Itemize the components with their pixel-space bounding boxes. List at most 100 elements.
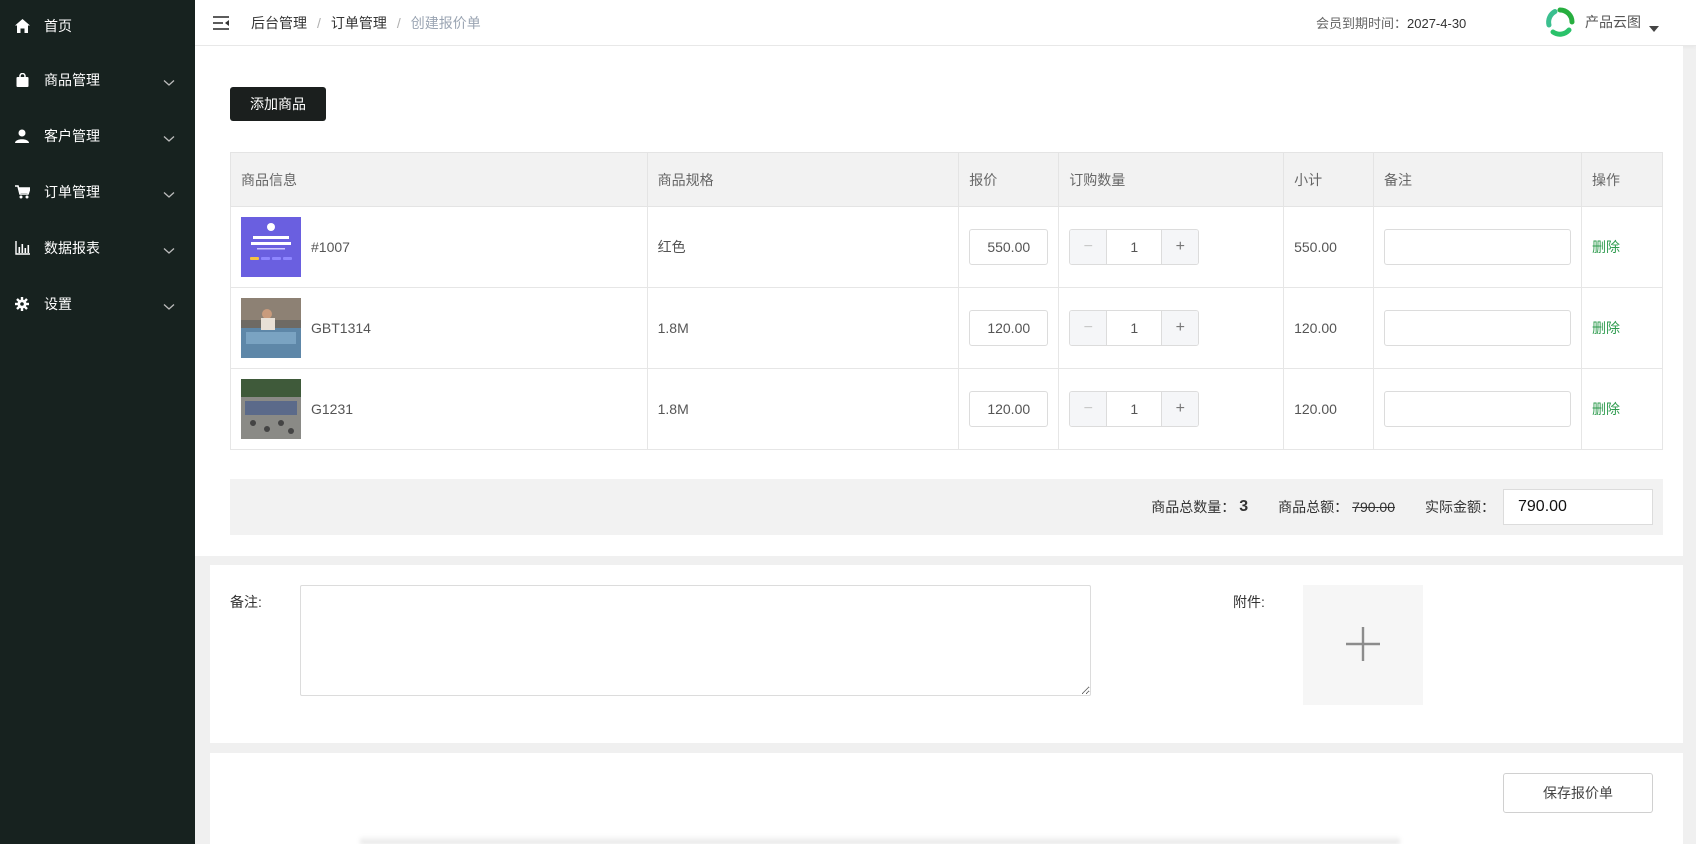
sidebar: 首页 商品管理 客户管理 订单管理 数据报表 设置	[0, 0, 195, 844]
user-menu[interactable]: 产品云图	[1545, 7, 1659, 37]
decrease-button[interactable]: −	[1070, 230, 1108, 264]
chevron-down-icon	[163, 298, 175, 310]
delete-link[interactable]: 删除	[1592, 239, 1620, 255]
decrease-button[interactable]: −	[1070, 311, 1108, 345]
attachment-label: 附件:	[1233, 594, 1265, 610]
home-icon	[14, 18, 30, 34]
sidebar-item-products[interactable]: 商品管理	[0, 52, 195, 108]
menu-toggle-icon[interactable]	[212, 15, 230, 31]
increase-button[interactable]: +	[1161, 311, 1199, 345]
actual-amount-label: 实际金额：	[1425, 499, 1495, 515]
order-summary: 商品总数量： 3 商品总额： 790.00 实际金额：	[230, 479, 1663, 535]
products-card: 添加商品 商品信息 商品规格 报价 订购数量 小计 备注 操作 #1007 红色…	[195, 46, 1683, 556]
caret-down-icon	[1649, 19, 1659, 32]
action-cell: 删除	[1581, 368, 1663, 450]
action-cell: 删除	[1581, 287, 1663, 369]
chevron-down-icon	[163, 74, 175, 86]
sidebar-item-home[interactable]: 首页	[0, 0, 195, 52]
breadcrumb-item-orders[interactable]: 订单管理	[331, 13, 387, 33]
subtotal-cell: 120.00	[1283, 287, 1375, 369]
remark-textarea[interactable]	[300, 585, 1091, 696]
quantity-value[interactable]: 1	[1107, 311, 1161, 345]
note-cell	[1373, 368, 1583, 450]
note-cell	[1373, 287, 1583, 369]
delete-link[interactable]: 删除	[1592, 320, 1620, 336]
quantity-stepper: − 1 +	[1069, 229, 1200, 265]
product-code: #1007	[311, 239, 350, 255]
price-input[interactable]	[969, 391, 1049, 427]
breadcrumb: 后台管理 / 订单管理 / 创建报价单	[251, 13, 481, 33]
sidebar-item-orders[interactable]: 订单管理	[0, 164, 195, 220]
product-code: G1231	[311, 401, 354, 417]
total-quantity: 3	[1239, 498, 1249, 515]
membership-date: 2027-4-30	[1407, 16, 1467, 31]
total-quantity-label: 商品总数量：	[1151, 499, 1236, 515]
quantity-cell: − 1 +	[1058, 206, 1285, 288]
table-row: G1231 1.8M − 1 + 120.00 删除	[230, 368, 1663, 450]
price-cell	[958, 206, 1060, 288]
quantity-value[interactable]: 1	[1107, 392, 1161, 426]
breadcrumb-item-admin[interactable]: 后台管理	[251, 13, 307, 33]
user-icon	[14, 128, 30, 144]
sidebar-item-label: 设置	[44, 296, 72, 312]
column-header: 订购数量	[1058, 152, 1285, 207]
gear-icon	[14, 296, 30, 312]
price-cell	[958, 368, 1060, 450]
product-code: GBT1314	[311, 320, 371, 336]
upload-attachment-button[interactable]	[1303, 585, 1423, 705]
user-name: 产品云图	[1585, 14, 1641, 30]
column-header: 备注	[1373, 152, 1583, 207]
breadcrumb-separator: /	[317, 14, 321, 31]
actual-amount-input[interactable]	[1503, 489, 1653, 525]
sidebar-item-reports[interactable]: 数据报表	[0, 220, 195, 276]
note-input[interactable]	[1384, 391, 1572, 427]
decrease-button[interactable]: −	[1070, 392, 1108, 426]
quantity-cell: − 1 +	[1058, 368, 1285, 450]
quantity-stepper: − 1 +	[1069, 391, 1200, 427]
breadcrumb-separator: /	[396, 14, 401, 31]
breadcrumb-item-current: 创建报价单	[410, 14, 481, 31]
brand-logo-icon	[1545, 7, 1575, 37]
cart-icon	[14, 184, 30, 200]
sidebar-item-customers[interactable]: 客户管理	[0, 108, 195, 164]
top-header: 后台管理 / 订单管理 / 创建报价单 会员到期时间：2027-4-30 产品云…	[195, 0, 1696, 46]
actions-card: 保存报价单	[210, 753, 1683, 844]
note-input[interactable]	[1384, 310, 1572, 346]
price-input[interactable]	[969, 310, 1049, 346]
quantity-value[interactable]: 1	[1107, 230, 1161, 264]
subtotal-cell: 120.00	[1283, 368, 1375, 450]
product-cell: #1007	[230, 206, 648, 288]
increase-button[interactable]: +	[1161, 392, 1199, 426]
note-input[interactable]	[1384, 229, 1572, 265]
total-amount: 790.00	[1352, 499, 1395, 515]
add-product-button[interactable]: 添加商品	[230, 87, 326, 121]
product-thumbnail	[241, 379, 301, 439]
quantity-stepper: − 1 +	[1069, 310, 1200, 346]
column-header: 商品规格	[646, 152, 960, 207]
chevron-down-icon	[163, 242, 175, 254]
sidebar-item-label: 首页	[44, 18, 72, 34]
spec-cell: 1.8M	[646, 368, 960, 450]
table-row: #1007 红色 − 1 + 550.00 删除	[230, 206, 1663, 288]
remark-card: 备注: 附件:	[210, 565, 1683, 743]
bottom-shadow	[360, 836, 1400, 844]
membership-label: 会员到期时间：	[1316, 16, 1408, 31]
total-amount-label: 商品总额：	[1278, 499, 1349, 515]
column-header: 商品信息	[230, 152, 648, 207]
save-quote-button[interactable]: 保存报价单	[1503, 773, 1653, 813]
chevron-down-icon	[163, 130, 175, 142]
chart-icon	[14, 240, 30, 256]
sidebar-item-label: 数据报表	[44, 240, 100, 256]
price-input[interactable]	[969, 229, 1049, 265]
plus-icon	[1346, 626, 1380, 664]
bag-icon	[14, 72, 30, 88]
quantity-cell: − 1 +	[1058, 287, 1285, 369]
sidebar-item-settings[interactable]: 设置	[0, 276, 195, 332]
increase-button[interactable]: +	[1161, 230, 1199, 264]
column-header: 报价	[958, 152, 1060, 207]
delete-link[interactable]: 删除	[1592, 401, 1620, 417]
membership-expiry: 会员到期时间：2027-4-30	[1316, 13, 1466, 32]
table-header-row: 商品信息 商品规格 报价 订购数量 小计 备注 操作	[230, 152, 1663, 207]
action-cell: 删除	[1581, 206, 1663, 288]
spec-cell: 红色	[646, 206, 960, 288]
